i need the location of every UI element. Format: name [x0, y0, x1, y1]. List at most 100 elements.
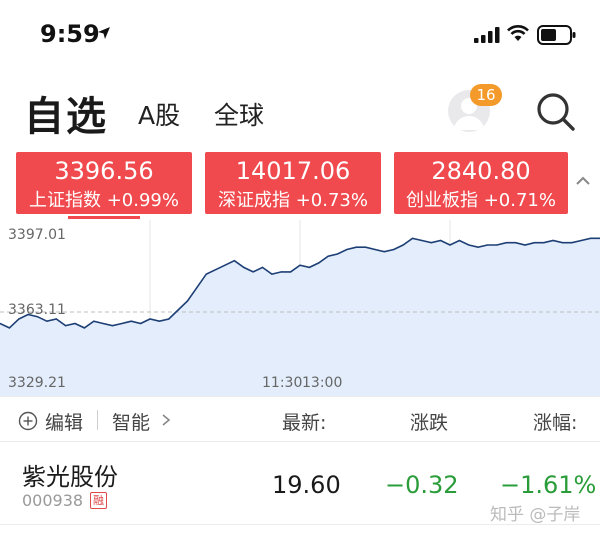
chart-point [365, 246, 367, 248]
divider [97, 410, 98, 430]
chart-point [308, 266, 310, 268]
x-tick-label-1300: 13:00 [302, 375, 343, 391]
watchlist-header: 编辑 智能 最新: 涨跌 涨幅: [0, 396, 600, 442]
chart-point [393, 248, 395, 251]
location-arrow-icon [98, 27, 110, 39]
chart-point [458, 239, 460, 242]
chart-point [477, 246, 479, 248]
chart-point [299, 264, 301, 266]
y-tick-label-mid: 3363.11 [8, 302, 66, 318]
notification-badge: 16 [470, 84, 502, 106]
chart-point [224, 264, 226, 266]
chart-point [111, 325, 114, 327]
chart-point [93, 320, 95, 322]
chart-point [261, 266, 264, 268]
tab-global[interactable]: 全球 [214, 96, 264, 132]
search-icon[interactable] [534, 90, 578, 134]
index-value: 14017.06 [235, 157, 351, 185]
chart-point [496, 244, 498, 246]
chart-point [252, 271, 254, 273]
chart-point [74, 322, 76, 325]
signal-icon [474, 27, 500, 43]
index-card-chinext[interactable]: 2840.80 创业板指 +0.71% [394, 152, 568, 214]
chart-point [561, 242, 564, 244]
index-label: 深证成指 +0.73% [218, 190, 368, 211]
chart-point [130, 320, 132, 322]
chart-point [402, 244, 404, 246]
chart-point [318, 262, 320, 264]
status-time: 9:59 [40, 20, 100, 48]
chart-point [355, 246, 357, 248]
chart-point [158, 320, 160, 322]
margin-tag: 融 [90, 492, 107, 509]
smart-sort-button[interactable]: 智能 [112, 408, 150, 435]
chart-point [524, 244, 526, 246]
chart-point [543, 242, 545, 244]
plus-circle-icon[interactable] [18, 411, 38, 431]
column-header-change[interactable]: 涨跌 [410, 408, 448, 435]
y-tick-label-top: 3397.01 [8, 227, 66, 243]
stock-name: 紫光股份 [22, 463, 118, 491]
tab-a-shares[interactable]: A股 [138, 96, 180, 132]
chart-point [383, 251, 385, 253]
chart-point [421, 239, 423, 242]
chart-point [590, 237, 592, 239]
stock-change: −0.32 [385, 471, 459, 499]
column-header-latest[interactable]: 最新: [282, 408, 326, 435]
stock-change-pct: −1.61% [500, 471, 597, 499]
watermark: 知乎 @子岸 [490, 505, 581, 525]
chart-point [102, 322, 104, 325]
edit-button[interactable]: 编辑 [45, 408, 83, 435]
chart-point [533, 242, 536, 244]
intraday-chart[interactable]: 3397.01 3363.11 3329.21 11:30 13:00 [0, 220, 600, 396]
chart-point [346, 248, 348, 251]
chart-point [140, 322, 142, 325]
chart-point [336, 253, 339, 255]
index-card-shanghai[interactable]: 3396.56 上证指数 +0.99% [16, 152, 192, 214]
chart-point [468, 244, 470, 246]
chart-point [196, 287, 198, 289]
column-header-pct[interactable]: 涨幅: [533, 408, 577, 435]
header: 自选 A股 全球 16 [0, 78, 600, 140]
chart-point [8, 327, 10, 329]
chart-point [46, 320, 48, 322]
chart-point [215, 269, 217, 271]
chart-point [271, 273, 273, 275]
chart-point [177, 309, 179, 311]
stock-price: 19.60 [272, 471, 341, 499]
chart-point [83, 327, 85, 329]
chevron-up-icon[interactable] [574, 174, 592, 188]
page-title: 自选 [24, 94, 108, 140]
index-label: 创业板指 +0.71% [406, 190, 556, 211]
y-tick-label-bottom: 3329.21 [8, 375, 66, 391]
wifi-icon [507, 25, 529, 41]
chart-point [280, 271, 282, 273]
chart-point [580, 239, 582, 242]
status-bar: 9:59 [0, 0, 600, 70]
chart-point [486, 244, 489, 246]
selected-index-indicator [68, 216, 140, 219]
chart-point [121, 322, 123, 325]
battery-icon [537, 25, 576, 45]
index-card-shenzhen[interactable]: 14017.06 深证成指 +0.73% [205, 152, 381, 214]
stock-code: 000938 [22, 491, 84, 510]
chart-point [552, 239, 554, 242]
chart-point [430, 242, 432, 244]
chart-point [65, 325, 67, 327]
chart-point [233, 260, 235, 262]
chart-point [149, 318, 151, 320]
chart-point [18, 318, 20, 320]
chart-point [411, 237, 414, 239]
chart-point [440, 239, 442, 242]
chart-point [205, 273, 207, 275]
index-value: 2840.80 [431, 157, 531, 185]
x-tick-label-1130: 11:30 [262, 375, 303, 391]
chevron-right-icon [162, 414, 171, 426]
chart-point [290, 271, 292, 273]
chart-point [374, 248, 376, 251]
chart-point [449, 244, 451, 246]
chart-point [243, 266, 245, 268]
chart-point [55, 318, 57, 320]
chart-point [515, 242, 517, 244]
index-value: 3396.56 [54, 157, 154, 185]
